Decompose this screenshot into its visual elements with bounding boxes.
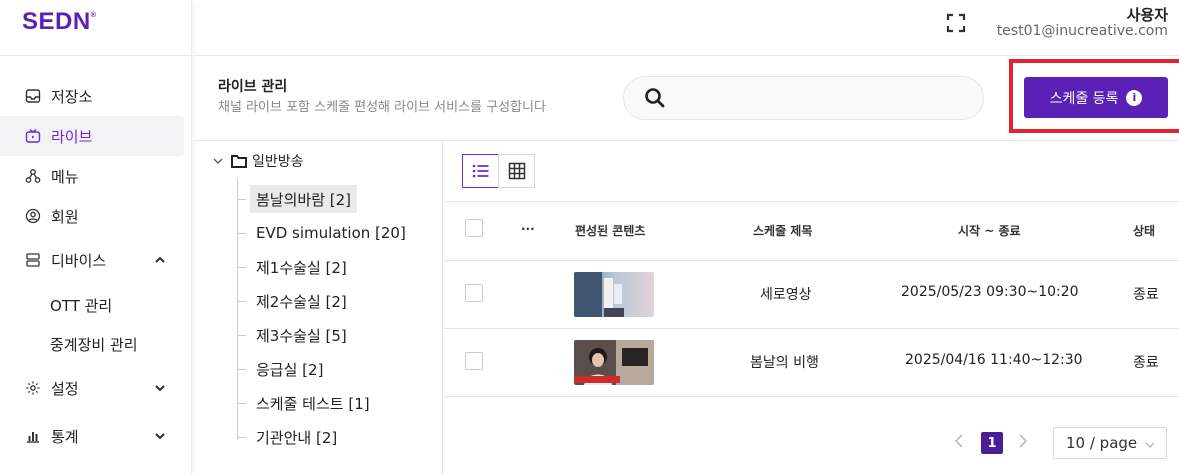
grid-view-button[interactable]	[498, 154, 535, 188]
folder-icon	[231, 154, 247, 168]
user-email: test01@inucreative.com	[996, 23, 1168, 39]
logo[interactable]: SEDN®	[22, 8, 96, 36]
sidebar-item-members[interactable]: 회원	[0, 196, 184, 236]
sidebar-item-live[interactable]: 라이브	[0, 116, 184, 156]
tree-connector	[237, 437, 246, 438]
table-header-title: 스케줄 제목	[753, 224, 813, 238]
chevron-down-icon	[1144, 437, 1156, 455]
sidebar-item-label: 저장소	[51, 87, 93, 106]
fullscreen-icon[interactable]	[946, 13, 966, 37]
schedule-title[interactable]: 봄날의 비행	[750, 352, 819, 372]
tree-connector	[237, 267, 246, 268]
tree-item[interactable]: 봄날의바람 [2]	[250, 185, 358, 213]
next-page-button[interactable]	[1018, 433, 1028, 454]
table-header-period: 시작 ~ 종료	[958, 224, 1021, 238]
sidebar-item-label: 설정	[51, 379, 79, 398]
sidebar-subitem-relay-equipment[interactable]: 중계장비 관리	[50, 334, 138, 355]
page-number-current[interactable]: 1	[981, 432, 1003, 454]
prev-page-button[interactable]	[954, 433, 964, 454]
tree-connector	[237, 178, 238, 440]
sidebar-item-storage[interactable]: 저장소	[0, 76, 184, 116]
sidebar-item-label: 회원	[51, 207, 79, 226]
tree-connector	[237, 199, 246, 200]
page-description: 채널 라이브 포함 스케줄 편성해 라이브 서비스를 구성합니다	[218, 100, 546, 115]
tree-connector	[237, 233, 246, 234]
select-all-checkbox[interactable]	[465, 219, 483, 237]
chevron-down-icon	[154, 428, 166, 446]
user-name[interactable]: 사용자	[1127, 4, 1168, 25]
search-icon	[644, 87, 666, 113]
sidebar-item-label: 통계	[51, 427, 79, 446]
sidebar-item-menu[interactable]: 메뉴	[0, 156, 184, 196]
app-root: SEDN® 저장소 라이브 메뉴 회원 디바이스 OTT 관리 중계장비 관리 …	[0, 0, 1179, 474]
tree-item[interactable]: 기관안내 [2]	[250, 423, 343, 451]
menu-tree-icon	[24, 167, 42, 185]
info-icon: i	[1126, 89, 1143, 106]
sidebar-item-settings[interactable]: 설정	[0, 368, 184, 408]
schedule-period: 2025/05/23 09:30~10:20	[901, 284, 1079, 300]
schedule-period: 2025/04/16 11:40~12:30	[905, 352, 1083, 368]
search-input[interactable]	[623, 76, 984, 120]
tree-connector	[237, 369, 246, 370]
sidebar: SEDN® 저장소 라이브 메뉴 회원 디바이스 OTT 관리 중계장비 관리 …	[0, 0, 192, 474]
schedule-title[interactable]: 세로영상	[760, 284, 812, 304]
bar-chart-icon	[24, 427, 42, 445]
list-icon	[472, 163, 490, 179]
status-badge: 종료	[1133, 355, 1159, 371]
sidebar-item-label: 디바이스	[51, 251, 107, 270]
table-header-status: 상태	[1133, 224, 1156, 238]
row-checkbox[interactable]	[465, 352, 483, 370]
sidebar-item-statistics[interactable]: 통계	[0, 416, 184, 456]
chevron-up-icon	[154, 252, 166, 270]
table-header-content: 편성된 콘텐츠	[575, 224, 646, 238]
sidebar-item-label: 메뉴	[51, 167, 79, 186]
content-thumbnail[interactable]	[574, 272, 654, 317]
sidebar-subitem-ott[interactable]: OTT 관리	[50, 295, 112, 316]
tree-item[interactable]: 응급실 [2]	[250, 355, 329, 383]
chevron-down-icon[interactable]	[213, 156, 223, 166]
inbox-icon	[24, 87, 42, 105]
table-divider	[444, 260, 1179, 261]
gear-icon	[24, 379, 42, 397]
grid-icon	[508, 162, 526, 180]
table-divider	[444, 201, 1179, 202]
status-badge: 종료	[1133, 287, 1159, 303]
tree-connector	[237, 403, 246, 404]
device-icon	[24, 251, 42, 269]
page-size-value: 10 / page	[1066, 434, 1138, 452]
tree-item[interactable]: 제2수술실 [2]	[250, 287, 353, 315]
schedule-register-label: 스케줄 등록	[1049, 90, 1119, 107]
page-title: 라이브 관리	[218, 79, 288, 95]
tree-item[interactable]: 스케줄 테스트 [1]	[250, 389, 376, 417]
tree-item[interactable]: 제3수술실 [5]	[250, 321, 353, 349]
row-checkbox[interactable]	[465, 284, 483, 302]
page-size-select[interactable]: 10 / page	[1053, 427, 1167, 459]
schedule-register-button[interactable]: 스케줄 등록 i	[1024, 77, 1168, 118]
tree-item[interactable]: 제1수술실 [2]	[250, 253, 353, 281]
sidebar-item-label: 라이브	[51, 127, 93, 146]
sidebar-divider	[0, 55, 192, 56]
tree-item[interactable]: EVD simulation [20]	[250, 219, 412, 247]
table-divider	[444, 328, 1179, 329]
tree-root-node[interactable]: 일반방송	[213, 151, 304, 171]
table-divider	[444, 396, 1179, 397]
tree-connector	[237, 335, 246, 336]
list-view-button[interactable]	[462, 154, 499, 188]
header-divider	[193, 55, 1179, 56]
view-toggle	[462, 154, 535, 188]
user-circle-icon	[24, 207, 42, 225]
tv-icon	[24, 127, 42, 145]
tree-connector	[237, 301, 246, 302]
chevron-down-icon	[154, 380, 166, 398]
sidebar-item-devices[interactable]: 디바이스	[0, 240, 184, 280]
table-header-more[interactable]: ...	[521, 219, 535, 233]
content-thumbnail[interactable]	[574, 340, 654, 385]
tree-root-label: 일반방송	[252, 154, 304, 170]
